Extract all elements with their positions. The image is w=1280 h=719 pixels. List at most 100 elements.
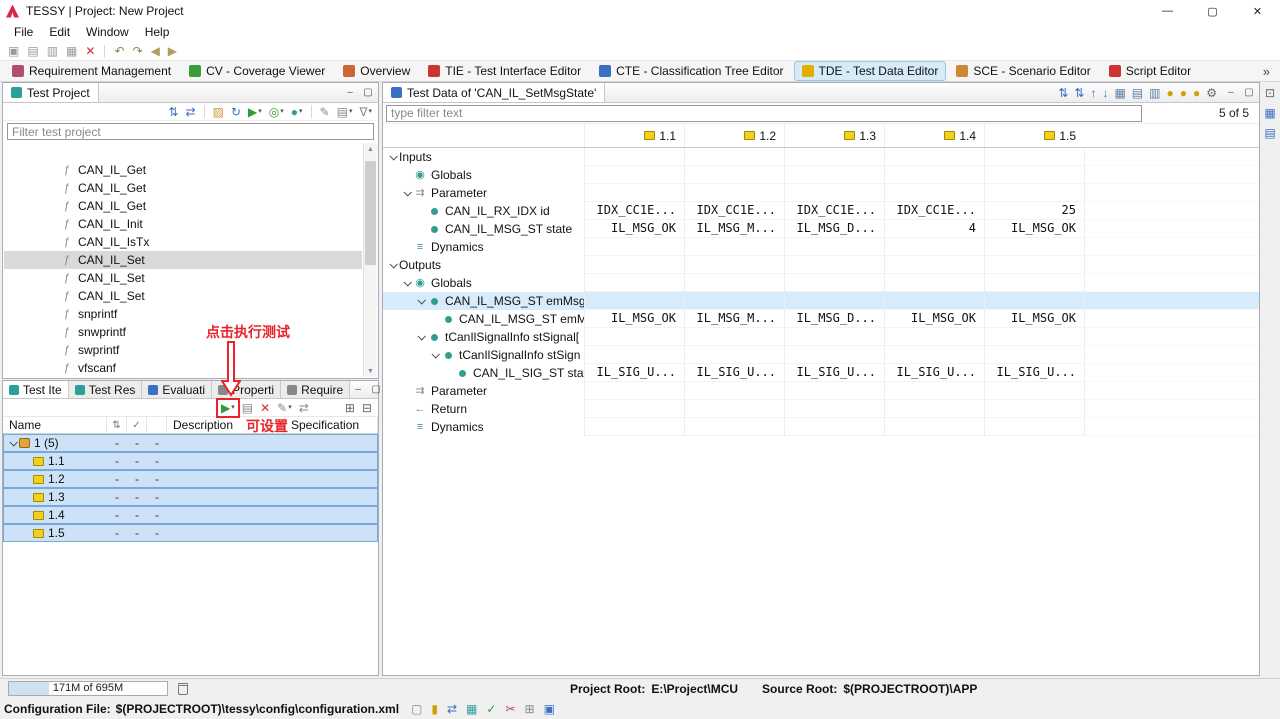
chevron-down-icon[interactable]	[431, 350, 440, 359]
expand-all-icon[interactable]: ⊞	[343, 401, 357, 415]
perspective-script-editor[interactable]: Script Editor	[1101, 61, 1199, 81]
data-cell[interactable]	[884, 382, 984, 400]
tab-test-res[interactable]: Test Res	[68, 381, 143, 398]
chevron-down-icon[interactable]	[389, 152, 398, 161]
test-project-item[interactable]: ƒ snprintf	[4, 305, 362, 323]
test-item-row[interactable]: 1.1 - - -	[3, 452, 378, 470]
data-cell[interactable]	[984, 292, 1084, 310]
move-down-icon[interactable]: ↓	[1100, 86, 1110, 100]
perspective-cte-classification-tree-editor[interactable]: CTE - Classification Tree Editor	[591, 61, 791, 81]
minimize-button[interactable]: —	[1145, 0, 1190, 22]
data-cell[interactable]	[684, 256, 784, 274]
grid-icon[interactable]: ⊞	[523, 702, 537, 716]
data-cell[interactable]: IDX_CC1E...	[884, 202, 984, 220]
data-cell[interactable]: IDX_CC1E...	[784, 202, 884, 220]
maximize-button[interactable]: ▢	[1190, 0, 1235, 22]
data-cell[interactable]	[584, 274, 684, 292]
fast-view-icon-1[interactable]: ▦	[1262, 106, 1277, 120]
test-project-item[interactable]: ƒ vfscanf	[4, 359, 362, 377]
coverage-icon[interactable]: ◎ ▾	[267, 105, 286, 119]
data-cell[interactable]	[984, 400, 1084, 418]
perspective-tie-test-interface-editor[interactable]: TIE - Test Interface Editor	[420, 61, 589, 81]
data-cell[interactable]	[784, 238, 884, 256]
data-cell[interactable]	[684, 292, 784, 310]
data-cell[interactable]	[884, 400, 984, 418]
clear-data-icon[interactable]: ●	[1191, 86, 1202, 100]
test-item-row[interactable]: 1 (5) - - -	[3, 434, 378, 452]
menu-help[interactable]: Help	[137, 23, 178, 41]
data-cell[interactable]	[784, 382, 884, 400]
close-button[interactable]: ✕	[1235, 0, 1280, 22]
undo-icon[interactable]: ↶	[112, 44, 126, 58]
data-cell[interactable]	[784, 148, 884, 166]
new-module-icon[interactable]: ▨	[211, 105, 226, 119]
chevron-down-icon[interactable]	[417, 332, 426, 341]
paste-icon[interactable]: ▦	[64, 44, 79, 58]
report-icon[interactable]: ● ▾	[289, 105, 305, 119]
data-cell[interactable]	[784, 274, 884, 292]
link-with-editor-icon[interactable]: ⇄	[184, 105, 198, 119]
minimize-view-button[interactable]	[1223, 85, 1239, 101]
data-cell[interactable]: IL_SIG_U...	[584, 364, 684, 382]
data-cell[interactable]: IL_MSG_OK	[584, 220, 684, 238]
data-cell[interactable]	[884, 418, 984, 436]
column-header-testcase-1-5[interactable]: 1.5	[984, 124, 1084, 147]
settings-icon[interactable]: ⚙	[1204, 86, 1219, 100]
report-icon[interactable]: ▤	[240, 401, 255, 415]
data-cell[interactable]	[584, 418, 684, 436]
perspective-overview[interactable]: Overview	[335, 61, 418, 81]
collapse-all-icon[interactable]: ⇅	[166, 105, 180, 119]
data-cell[interactable]	[784, 184, 884, 202]
data-row[interactable]: Inputs	[383, 148, 1259, 166]
matrix-view-icon[interactable]: ▤	[1130, 86, 1145, 100]
data-cell[interactable]	[684, 382, 784, 400]
data-cell[interactable]: IL_MSG_OK	[984, 310, 1084, 328]
data-cell[interactable]	[984, 382, 1084, 400]
data-cell[interactable]	[984, 184, 1084, 202]
copy-icon[interactable]: ▥	[45, 44, 60, 58]
edit-icon[interactable]: ✎ ▾	[275, 401, 294, 415]
data-cell[interactable]	[884, 346, 984, 364]
perspective-cv-coverage-viewer[interactable]: CV - Coverage Viewer	[181, 61, 333, 81]
data-row[interactable]: ≡ Dynamics	[383, 238, 1259, 256]
data-cell[interactable]	[984, 328, 1084, 346]
data-row[interactable]: ≡ Dynamics	[383, 418, 1259, 436]
column-header-testcase-1-2[interactable]: 1.2	[684, 124, 784, 147]
data-cell[interactable]	[784, 166, 884, 184]
data-row[interactable]: CAN_IL_MSG_ST emM IL_MSG_OK IL_MSG_M... IL_…	[383, 310, 1259, 328]
export-data-icon[interactable]: ●	[1178, 86, 1189, 100]
data-cell[interactable]	[684, 418, 784, 436]
test-item-row[interactable]: 1.3 - - -	[3, 488, 378, 506]
data-cell[interactable]	[784, 256, 884, 274]
data-cell[interactable]: IL_MSG_OK	[984, 220, 1084, 238]
data-row[interactable]: ⇉ Parameter	[383, 382, 1259, 400]
data-cell[interactable]	[884, 166, 984, 184]
run-icon[interactable]: ▶ ▾	[246, 105, 264, 119]
data-row[interactable]: tCanIlSignalInfo stSignal[	[383, 328, 1259, 346]
menu-file[interactable]: File	[6, 23, 41, 41]
data-cell[interactable]	[984, 166, 1084, 184]
perspective-tde-test-data-editor[interactable]: TDE - Test Data Editor	[793, 61, 947, 81]
data-cell[interactable]	[884, 148, 984, 166]
data-cell[interactable]: IL_MSG_D...	[784, 310, 884, 328]
bookmark-icon[interactable]: ▮	[429, 702, 440, 716]
data-cell[interactable]	[984, 148, 1084, 166]
layout-icon[interactable]: ▤ ▾	[335, 105, 355, 119]
perspective-sce-scenario-editor[interactable]: SCE - Scenario Editor	[948, 61, 1098, 81]
data-cell[interactable]	[584, 292, 684, 310]
data-cell[interactable]	[784, 418, 884, 436]
data-cell[interactable]	[784, 400, 884, 418]
add-teststep-icon[interactable]: ⇅	[1072, 86, 1086, 100]
import-data-icon[interactable]: ●	[1164, 86, 1175, 100]
data-cell[interactable]	[684, 238, 784, 256]
refresh-icon[interactable]: ↻	[229, 105, 243, 119]
minimize-view-button[interactable]	[350, 382, 366, 398]
scrollbar-thumb[interactable]	[365, 161, 376, 265]
test-project-item[interactable]: ƒ CAN_IL_Get	[4, 179, 362, 197]
test-project-tab[interactable]: Test Project	[3, 83, 99, 102]
data-cell[interactable]	[584, 382, 684, 400]
table-icon[interactable]: ▦	[464, 702, 479, 716]
fast-view-icon-2[interactable]: ▤	[1262, 126, 1277, 140]
redo-icon[interactable]: ↷	[131, 44, 145, 58]
cut-icon[interactable]: ✂	[503, 702, 517, 716]
